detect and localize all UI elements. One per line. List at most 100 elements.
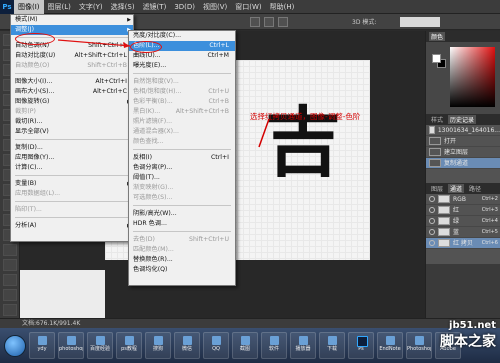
- menu-row[interactable]: 图像大小(I)... Alt+Ctrl+I: [11, 77, 133, 87]
- menu-row-shortcut: Shift+Ctrl+B: [87, 62, 127, 69]
- visibility-eye-icon[interactable]: [429, 218, 435, 224]
- taskbar-button[interactable]: 截图: [232, 332, 258, 359]
- history-item-label: 复制通道: [444, 159, 469, 167]
- menu-row[interactable]: 画布大小(S)... Alt+Ctrl+C: [11, 87, 133, 97]
- menu-row: 可选颜色(S)...: [129, 193, 235, 203]
- taskbar-button[interactable]: 搜狗: [145, 332, 171, 359]
- menu-row[interactable]: 阴影/高光(W)...: [129, 209, 235, 219]
- taskbar-button[interactable]: QQ: [203, 332, 229, 359]
- taskbar-button[interactable]: Ps: [348, 332, 374, 359]
- taskbar-button[interactable]: EndNote: [377, 332, 403, 359]
- channel-row[interactable]: 红 Ctrl+3: [426, 205, 500, 216]
- align-icon[interactable]: [250, 16, 260, 27]
- menu-item[interactable]: 帮助(H): [266, 0, 299, 14]
- history-item[interactable]: 打开: [426, 136, 500, 147]
- tab-layers[interactable]: 图层: [429, 184, 445, 193]
- menu-row[interactable]: 曝光度(E)...: [129, 61, 235, 71]
- history-item[interactable]: 建立图层: [426, 147, 500, 158]
- menu-row-label: 通道混合器(X)...: [133, 128, 179, 135]
- menu-item[interactable]: 滤镜(T): [139, 0, 171, 14]
- menu-row[interactable]: 色阶(L)... Ctrl+L: [129, 41, 235, 51]
- menu-item[interactable]: 选择(S): [107, 0, 139, 14]
- menu-item[interactable]: 图层(L): [44, 0, 75, 14]
- workspace-select[interactable]: [400, 16, 441, 27]
- tab-color[interactable]: 颜色: [429, 32, 446, 41]
- tab-history[interactable]: 历史记录: [448, 115, 477, 124]
- menu-row: 陷印(T)...: [11, 205, 133, 215]
- channel-row[interactable]: 绿 Ctrl+4: [426, 216, 500, 227]
- channel-row[interactable]: 红 拷贝 Ctrl+6: [426, 238, 500, 249]
- windows-taskbar: ydy photoshop 百度经验 ps教程 搜狗 微信 QQ 截图 软件 播放器 下载 Ps End…: [0, 328, 500, 363]
- channel-panel-tabs: 图层 通道 路径: [426, 183, 500, 194]
- start-button[interactable]: [4, 334, 26, 357]
- menu-row[interactable]: 亮度/对比度(C)...: [129, 31, 235, 41]
- visibility-eye-icon[interactable]: [429, 229, 435, 235]
- menu-row[interactable]: 色调均化(Q): [129, 265, 235, 275]
- menu-row-label: 颜色查找...: [133, 138, 164, 145]
- taskbar-button[interactable]: 软件: [261, 332, 287, 359]
- menu-item[interactable]: 图像(I): [14, 0, 44, 14]
- taskbar-button[interactable]: 下载: [319, 332, 345, 359]
- history-state-icon: [429, 148, 441, 156]
- tab-paths[interactable]: 路径: [467, 184, 483, 193]
- menu-row[interactable]: 分析(A)▶: [11, 221, 133, 231]
- menu-row[interactable]: 调整(J)▶: [11, 25, 133, 35]
- history-item[interactable]: 13001634_164016...: [426, 125, 500, 136]
- menu-row-label: 反相(I): [133, 154, 153, 161]
- taskbar-button[interactable]: ps教程: [116, 332, 142, 359]
- history-item[interactable]: 复制通道: [426, 158, 500, 169]
- menu-row: 照片滤镜(F)...: [129, 117, 235, 127]
- document-size: 文档:676.1K/991.4K: [22, 320, 81, 327]
- taskbar-button[interactable]: 微信: [174, 332, 200, 359]
- menu-row-shortcut: Shift+Ctrl+U: [189, 236, 229, 243]
- taskbar-button[interactable]: ydy: [29, 332, 55, 359]
- visibility-eye-icon[interactable]: [429, 240, 435, 246]
- channel-label: 绿: [453, 217, 460, 225]
- menu-row[interactable]: 替换颜色(R)...: [129, 255, 235, 265]
- menu-item[interactable]: 文字(Y): [75, 0, 107, 14]
- visibility-eye-icon[interactable]: [429, 196, 435, 202]
- menu-row[interactable]: 模式(M) ▶: [11, 15, 133, 25]
- taskbar-button[interactable]: 播放器: [290, 332, 316, 359]
- distribute-icon[interactable]: [264, 16, 274, 27]
- taskbar-button[interactable]: Photoshop: [406, 332, 432, 359]
- menu-row[interactable]: 自动对比度(U) Alt+Shift+Ctrl+L: [11, 51, 133, 61]
- foreground-color-swatch[interactable]: [432, 54, 441, 63]
- menu-row[interactable]: 裁切(R)...: [11, 117, 133, 127]
- menu-row[interactable]: HDR 色调...: [129, 219, 235, 229]
- menu-row[interactable]: 变量(B)▶: [11, 179, 133, 189]
- menu-row[interactable]: 曲线(U)... Ctrl+M: [129, 51, 235, 61]
- tab-channels[interactable]: 通道: [448, 184, 465, 193]
- type-tool-icon[interactable]: [3, 244, 17, 256]
- menu-row[interactable]: 反相(I) Ctrl+I: [129, 153, 235, 163]
- visibility-eye-icon[interactable]: [429, 207, 435, 213]
- adjustments-submenu: 亮度/对比度(C)... 色阶(L)... Ctrl+L 曲线(U)... Ctrl+M…: [128, 30, 236, 286]
- menu-item[interactable]: 3D(D): [170, 0, 199, 14]
- tab-styles[interactable]: 样式: [429, 115, 445, 124]
- menu-row[interactable]: 应用图像(Y)...: [11, 153, 133, 163]
- hand-tool-icon[interactable]: [3, 289, 17, 301]
- menu-item[interactable]: 窗口(W): [231, 0, 265, 14]
- menu-row: 去色(D) Shift+Ctrl+U: [129, 235, 235, 245]
- menu-row: 自动颜色(O) Shift+Ctrl+B: [11, 61, 133, 71]
- menu-row[interactable]: 阈值(T)...: [129, 173, 235, 183]
- path-select-icon[interactable]: [3, 259, 17, 271]
- taskbar-button[interactable]: photoshop: [58, 332, 84, 359]
- history-state-icon: [429, 137, 441, 145]
- align-center-icon[interactable]: [278, 16, 288, 27]
- zoom-tool-icon[interactable]: [3, 304, 17, 316]
- menu-row[interactable]: 显示全部(V): [11, 127, 133, 137]
- color-picker-field[interactable]: [450, 47, 495, 107]
- menu-row[interactable]: 色调分离(P)...: [129, 163, 235, 173]
- channel-row[interactable]: 蓝 Ctrl+5: [426, 227, 500, 238]
- menu-row-label: 阴影/高光(W)...: [133, 210, 177, 217]
- menu-row[interactable]: 图像旋转(G)▶: [11, 97, 133, 107]
- shape-tool-icon[interactable]: [3, 274, 17, 286]
- menu-row[interactable]: 计算(C)...: [11, 163, 133, 173]
- channel-row[interactable]: RGB Ctrl+2: [426, 194, 500, 205]
- menu-row[interactable]: 复制(D)...: [11, 143, 133, 153]
- menu-item[interactable]: 视图(V): [199, 0, 231, 14]
- taskbar-button[interactable]: 百度经验: [87, 332, 113, 359]
- channel-shortcut: Ctrl+3: [481, 206, 498, 213]
- menu-row-label: 图像大小(I)...: [15, 78, 53, 85]
